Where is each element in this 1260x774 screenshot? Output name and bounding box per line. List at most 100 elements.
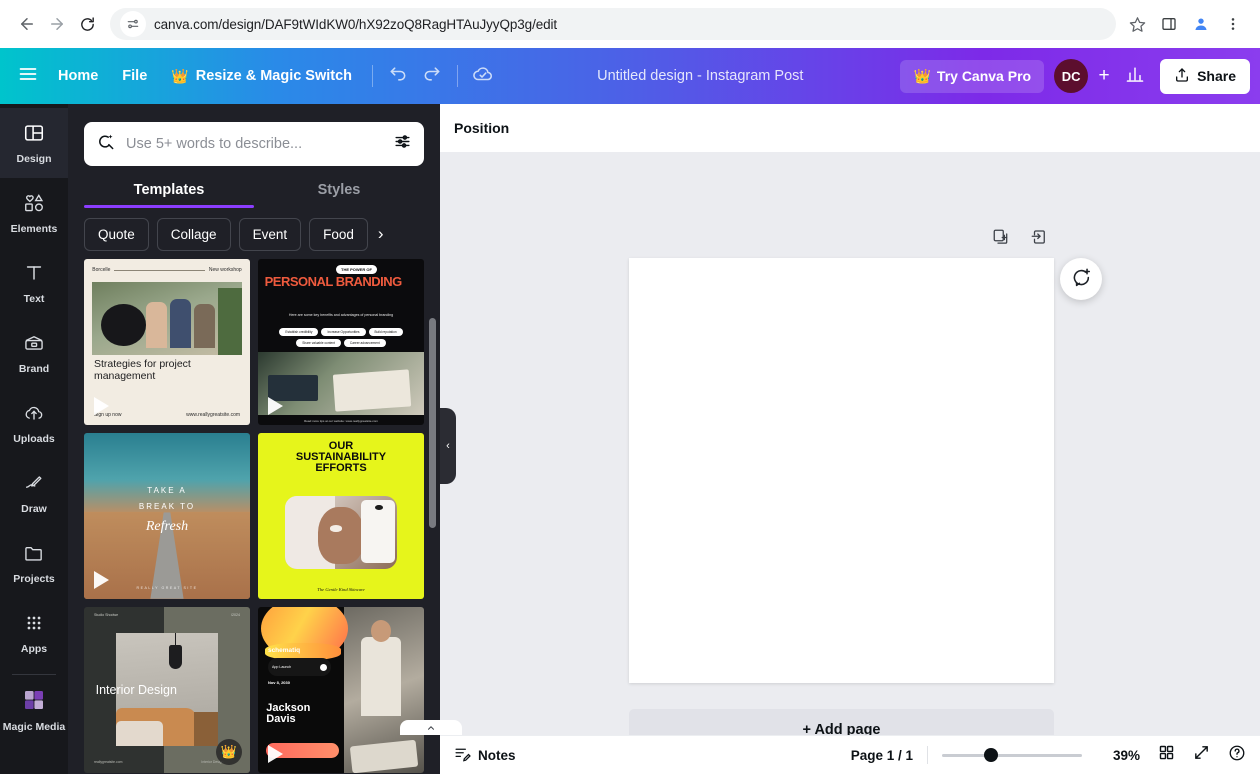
side-panel-button[interactable] [1154, 9, 1184, 39]
position-button[interactable]: Position [454, 120, 509, 136]
template-card[interactable]: schematiq App Launch Nov 8, 2030 Jackson… [258, 606, 424, 773]
redo-button[interactable] [415, 59, 449, 93]
document-title[interactable]: Untitled design - Instagram Post [500, 68, 900, 84]
notes-label: Notes [478, 747, 516, 763]
template-card[interactable]: Borcelle New workshop Strategies for pro… [84, 258, 250, 425]
template-results[interactable]: Borcelle New workshop Strategies for pro… [68, 258, 440, 774]
sidebar-item-uploads[interactable]: Uploads [0, 388, 68, 458]
sidebar-item-magic-media[interactable]: Magic Media [0, 675, 68, 745]
design-page-canvas[interactable] [629, 258, 1054, 683]
template-badge: App Launch [271, 665, 292, 670]
profile-button[interactable] [1186, 9, 1216, 39]
upload-cloud-icon [23, 402, 45, 429]
chip-collage[interactable]: Collage [156, 217, 231, 251]
filter-sliders-icon[interactable] [393, 132, 412, 156]
sidebar-item-design[interactable]: Design [0, 108, 68, 178]
redo-icon [422, 64, 442, 89]
zoom-slider-knob[interactable] [984, 748, 998, 762]
zoom-percentage[interactable]: 39% [1102, 748, 1140, 763]
sidebar-item-apps[interactable]: Apps [0, 598, 68, 668]
file-menu-item[interactable]: File [110, 61, 159, 91]
try-canva-pro-button[interactable]: 👑 Try Canva Pro [900, 59, 1045, 93]
bookmark-button[interactable] [1122, 9, 1152, 39]
shapes-icon [23, 192, 45, 219]
address-bar-url[interactable]: canva.com/design/DAF9tWIdKW0/hX92zoQ8Rag… [154, 17, 557, 32]
help-button[interactable] [1228, 744, 1246, 767]
chip-food[interactable]: Food [309, 217, 368, 251]
export-page-icon[interactable] [1030, 228, 1048, 251]
sidebar-item-brand[interactable]: Brand [0, 318, 68, 388]
sidebar-item-text[interactable]: Text [0, 248, 68, 318]
notes-button[interactable]: Notes [454, 745, 516, 765]
duplicate-page-icon[interactable] [992, 228, 1010, 251]
template-date: Nov 8, 2030 [267, 679, 290, 685]
panel-scrollbar[interactable] [429, 318, 436, 528]
forward-button[interactable] [42, 9, 72, 39]
chip-event[interactable]: Event [238, 217, 302, 251]
add-comment-button[interactable] [1060, 258, 1102, 300]
sidebar-item-elements[interactable]: Elements [0, 178, 68, 248]
chip-quote[interactable]: Quote [84, 217, 149, 251]
template-headline: PERSONAL BRANDING [264, 274, 403, 290]
page-counter: Page 1 / 1 [850, 747, 913, 763]
main-menu-button[interactable] [10, 58, 46, 94]
template-line2: BREAK TO [138, 502, 196, 512]
toolbar-divider-2 [457, 65, 459, 87]
template-card[interactable]: TAKE A BREAK TO Refresh REALLY GREAT SIT… [84, 432, 250, 599]
templates-panel: Templates Styles Quote Collage Event Foo… [68, 104, 440, 774]
template-eyebrow: New workshop [208, 267, 242, 274]
sidebar-label-brand: Brand [18, 362, 50, 375]
template-card[interactable]: OUR SUSTAINABILITY EFFORTS The Gentle Ki… [258, 432, 424, 599]
template-kicker: THE POWER OF [336, 265, 377, 275]
address-bar[interactable]: canva.com/design/DAF9tWIdKW0/hX92zoQ8Rag… [110, 8, 1116, 40]
add-collaborator-button[interactable]: + [1090, 62, 1118, 90]
browser-menu-button[interactable] [1218, 9, 1248, 39]
template-line3: EFFORTS [315, 462, 367, 475]
try-canva-pro-label: Try Canva Pro [936, 68, 1032, 84]
tab-styles[interactable]: Styles [254, 182, 424, 208]
reload-icon [79, 16, 96, 33]
zoom-slider-track [942, 753, 1082, 757]
sidebar-item-projects[interactable]: Projects [0, 528, 68, 598]
zoom-slider[interactable] [942, 747, 1082, 763]
home-menu-item[interactable]: Home [46, 61, 110, 91]
fullscreen-button[interactable] [1193, 744, 1210, 766]
three-dot-menu-icon [1225, 16, 1241, 32]
grid-dots-icon [23, 612, 45, 639]
undo-button[interactable] [381, 59, 415, 93]
collapse-bottom-bar-button[interactable]: chevron-up-icon [400, 720, 462, 735]
collapse-panel-button[interactable]: ‹ [440, 408, 456, 484]
chevron-left-icon: ‹ [446, 440, 450, 452]
template-card[interactable]: Studio Shodwe /2024 Interior Design real… [84, 606, 250, 773]
avatar[interactable]: DC [1054, 59, 1089, 93]
profile-icon [1192, 15, 1210, 33]
tab-templates[interactable]: Templates [84, 182, 254, 208]
grid-view-icon [1158, 744, 1175, 766]
back-button[interactable] [12, 9, 42, 39]
reload-button[interactable] [72, 9, 102, 39]
template-brand: schematiq [267, 646, 301, 654]
resize-magic-switch-button[interactable]: 👑 Resize & Magic Switch [159, 61, 364, 91]
template-card[interactable]: THE POWER OF PERSONAL BRANDING Here are … [258, 258, 424, 425]
grid-view-button[interactable] [1158, 744, 1175, 766]
cloud-saved-button[interactable] [466, 59, 500, 93]
site-settings-icon[interactable] [120, 11, 146, 37]
brand-wallet-icon [23, 332, 45, 359]
chevron-right-icon[interactable]: › [376, 224, 384, 244]
insights-button[interactable] [1118, 59, 1152, 93]
search-input[interactable] [126, 136, 383, 152]
fullscreen-icon [1193, 744, 1210, 766]
template-line1: TAKE A [147, 485, 187, 495]
bottom-toolbar: Notes Page 1 / 1 39% [440, 735, 1260, 774]
share-button[interactable]: Share [1160, 58, 1250, 94]
notes-icon [454, 745, 471, 765]
bar-chart-icon [1125, 64, 1145, 89]
share-label: Share [1197, 68, 1236, 84]
resize-magic-switch-label: Resize & Magic Switch [195, 68, 353, 84]
search-box[interactable] [84, 122, 424, 166]
bottom-divider [927, 746, 928, 764]
sidebar-item-draw[interactable]: Draw [0, 458, 68, 528]
canvas-region[interactable]: + Add page [440, 152, 1260, 774]
template-brand: Borcelle [92, 267, 111, 274]
template-line2: Davis [266, 713, 296, 726]
